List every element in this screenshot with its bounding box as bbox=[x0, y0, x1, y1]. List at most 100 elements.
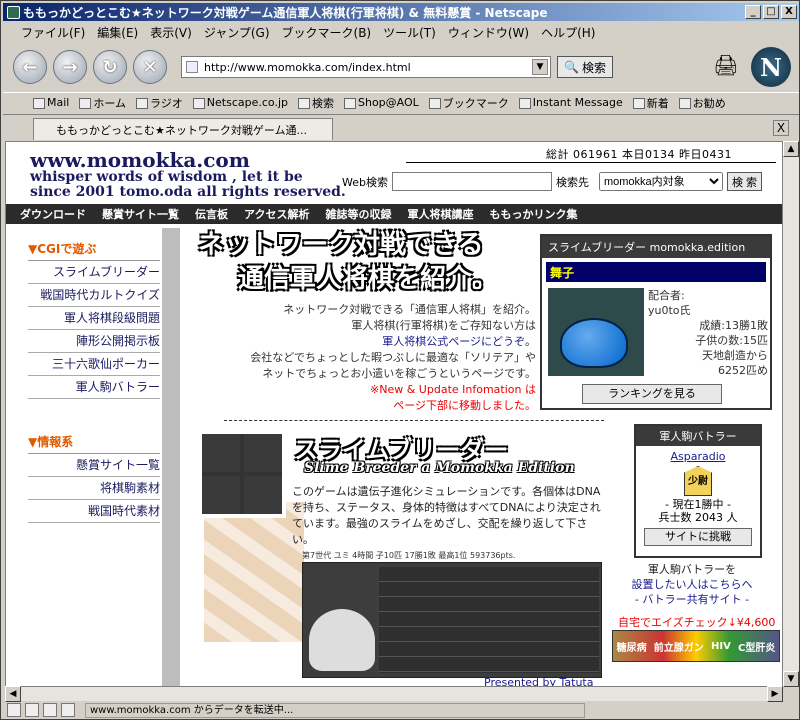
sidebar-item-sengoku-material[interactable]: 戦国時代素材 bbox=[28, 500, 160, 523]
toolbar-home[interactable]: ホーム bbox=[79, 95, 126, 111]
sidebar-item-battler[interactable]: 軍人駒バトラー bbox=[28, 376, 160, 399]
sidebar-item-shogi-material[interactable]: 将棋駒素材 bbox=[28, 477, 160, 500]
scroll-down-icon[interactable]: ▼ bbox=[783, 671, 799, 687]
battler-caption: 軍人駒バトラーを 設置したい人はこちらへ - バトラー共有サイト - bbox=[606, 562, 778, 607]
menu-edit[interactable]: 編集(E) bbox=[97, 24, 138, 41]
menu-help[interactable]: ヘルプ(H) bbox=[541, 24, 595, 41]
search-target-label: 検索先 bbox=[555, 175, 589, 189]
menu-view[interactable]: 表示(V) bbox=[150, 24, 192, 41]
white-slime-icon bbox=[309, 609, 375, 671]
battler-setup-link[interactable]: 設置したい人はこちらへ bbox=[606, 577, 778, 592]
status-address-book-icon[interactable] bbox=[61, 703, 75, 717]
url-text: http://www.momokka.com/index.html bbox=[204, 60, 411, 74]
toolbar-mail[interactable]: Mail bbox=[33, 96, 69, 109]
shogi-pieces-image bbox=[204, 502, 304, 642]
scroll-left-icon[interactable]: ◀ bbox=[5, 686, 21, 702]
mail-icon bbox=[33, 97, 45, 109]
page-content: www.momokka.com whisper words of wisdom … bbox=[5, 141, 783, 687]
forward-button[interactable]: → bbox=[53, 50, 87, 84]
official-page-link[interactable]: 軍人将棋公式ページにどうぞ。 bbox=[234, 334, 536, 350]
notice-line-2: ページ下部に移動しました。 bbox=[393, 399, 536, 412]
link-icon bbox=[632, 98, 645, 109]
scroll-right-icon[interactable]: ▶ bbox=[767, 686, 783, 702]
tab-momokka[interactable]: ももっかどっとこむ★ネットワーク対戦ゲーム通... bbox=[33, 118, 333, 140]
slime-stats: 配合者: yu0to氏 成績:13勝1敗 子供の数:15匹 天地創造から 625… bbox=[648, 289, 768, 377]
menu-bar: ファイル(F) 編集(E) 表示(V) ジャンプ(G) ブックマーク(B) ツー… bbox=[3, 22, 799, 42]
search-target-select[interactable]: momokka内対象 bbox=[598, 172, 723, 191]
toolbar-shop[interactable]: Shop@AOL bbox=[344, 96, 419, 109]
toolbar-netscape[interactable]: Netscape.co.jp bbox=[192, 96, 288, 109]
web-search-button[interactable]: 検 索 bbox=[726, 172, 763, 191]
stop-button[interactable]: ✕ bbox=[133, 50, 167, 84]
toolbar-recommend[interactable]: お勧め bbox=[678, 95, 726, 111]
battler-record: - 現在1勝中 - 兵士数 2043 人 bbox=[658, 498, 738, 524]
print-icon[interactable]: 🖨 bbox=[711, 53, 741, 79]
sidebar-item-prize-list[interactable]: 懸賞サイト一覧 bbox=[28, 454, 160, 477]
headline-banner: ネットワーク対戦できる 通信軍人将棋を紹介。 bbox=[198, 228, 538, 296]
web-search-label: Web検索 bbox=[342, 175, 388, 189]
sidebar-item-formation-board[interactable]: 陣形公開掲示板 bbox=[28, 330, 160, 353]
slime-image bbox=[548, 288, 644, 376]
section-divider bbox=[224, 420, 604, 421]
nav-access-analysis[interactable]: アクセス解析 bbox=[244, 206, 309, 222]
scroll-up-icon[interactable]: ▲ bbox=[783, 141, 799, 157]
minimize-button[interactable]: _ bbox=[745, 5, 761, 19]
sidebar-item-quiz[interactable]: 戦国時代カルトクイズ bbox=[28, 284, 160, 307]
battler-share-site-link[interactable]: - バトラー共有サイト - bbox=[606, 592, 778, 607]
sidebar: ▼CGIで遊ぶ スライムブリーダー 戦国時代カルトクイズ 軍人将棋段級問題 陣形… bbox=[28, 238, 160, 523]
ad-text-link[interactable]: 自宅でエイズチェック↓¥4,600 bbox=[618, 614, 775, 630]
back-button[interactable]: ← bbox=[13, 50, 47, 84]
status-bar: www.momokka.com からデータを転送中... bbox=[3, 701, 799, 719]
access-counter: 総計 061961 本日0134 昨日0431 bbox=[546, 148, 732, 161]
toolbar-radio[interactable]: ラジオ bbox=[136, 95, 183, 111]
toolbar-search[interactable]: 検索 bbox=[298, 95, 334, 111]
decorative-gray-bar bbox=[162, 228, 180, 686]
web-search-input[interactable] bbox=[391, 172, 552, 191]
game-screenshot[interactable] bbox=[302, 562, 602, 678]
slime-section-subtitle: Slime Breeder a Momokka Edition bbox=[304, 460, 575, 476]
presented-by-link[interactable]: Presented by Tatuta bbox=[484, 676, 593, 686]
menu-go[interactable]: ジャンプ(G) bbox=[204, 24, 270, 41]
horizontal-scrollbar[interactable]: ◀ ▶ bbox=[5, 686, 783, 702]
menu-file[interactable]: ファイル(F) bbox=[21, 24, 85, 41]
challenge-site-button[interactable]: サイトに挑戦 bbox=[644, 528, 752, 546]
magnifier-icon: 🔍 bbox=[564, 60, 579, 74]
close-button[interactable]: X bbox=[781, 5, 797, 19]
nav-download[interactable]: ダウンロード bbox=[20, 206, 86, 222]
url-dropdown-icon[interactable]: ▼ bbox=[532, 59, 548, 75]
status-text: www.momokka.com からデータを転送中... bbox=[85, 702, 585, 718]
menu-tools[interactable]: ツール(T) bbox=[383, 24, 436, 41]
tab-close-button[interactable]: X bbox=[773, 120, 789, 136]
slime-breeder-widget: スライムブリーダー momokka.edition 舞子 配合者: yu0to氏… bbox=[540, 234, 772, 410]
toolbar-bookmarks[interactable]: ブックマーク bbox=[428, 95, 509, 111]
ranking-button[interactable]: ランキングを見る bbox=[582, 384, 722, 404]
nav-message-board[interactable]: 伝言板 bbox=[195, 206, 228, 222]
toolbar-instant-message[interactable]: Instant Message bbox=[518, 96, 623, 109]
menu-window[interactable]: ウィンドウ(W) bbox=[448, 24, 529, 41]
game-status-table bbox=[379, 567, 599, 673]
ad-banner[interactable]: 糖尿病 前立腺ガン HIV C型肝炎 bbox=[612, 630, 780, 662]
sidebar-item-poker[interactable]: 三十六歌仙ポーカー bbox=[28, 353, 160, 376]
battler-player-link[interactable]: Asparadio bbox=[636, 450, 760, 463]
nav-shogi-lesson[interactable]: 軍人将棋講座 bbox=[407, 206, 473, 222]
sidebar-item-slime[interactable]: スライムブリーダー bbox=[28, 261, 160, 284]
headline-line-1: ネットワーク対戦できる bbox=[198, 230, 484, 260]
my-netscape-icon bbox=[192, 97, 205, 109]
netscape-logo-icon[interactable]: N bbox=[751, 47, 791, 87]
maximize-button[interactable]: □ bbox=[763, 5, 779, 19]
status-composer-icon[interactable] bbox=[25, 703, 39, 717]
toolbar-new[interactable]: 新着 bbox=[632, 95, 669, 111]
nav-prize-sites[interactable]: 懸賞サイト一覧 bbox=[102, 206, 179, 222]
status-im-icon[interactable] bbox=[43, 703, 57, 717]
vertical-scrollbar[interactable]: ▲ ▼ bbox=[783, 141, 799, 687]
search-button-label: 検索 bbox=[581, 60, 606, 75]
slime-widget-header: スライムブリーダー momokka.edition bbox=[542, 236, 770, 258]
sidebar-item-rank-problems[interactable]: 軍人将棋段級問題 bbox=[28, 307, 160, 330]
search-button[interactable]: 🔍 検索 bbox=[557, 56, 613, 78]
url-bar[interactable]: http://www.momokka.com/index.html ▼ bbox=[181, 56, 551, 78]
nav-magazine[interactable]: 雑誌等の収録 bbox=[325, 206, 391, 222]
reload-button[interactable]: ↻ bbox=[93, 50, 127, 84]
status-mail-icon[interactable] bbox=[7, 703, 21, 717]
menu-bookmarks[interactable]: ブックマーク(B) bbox=[282, 24, 372, 41]
nav-links[interactable]: ももっかリンク集 bbox=[489, 206, 577, 222]
